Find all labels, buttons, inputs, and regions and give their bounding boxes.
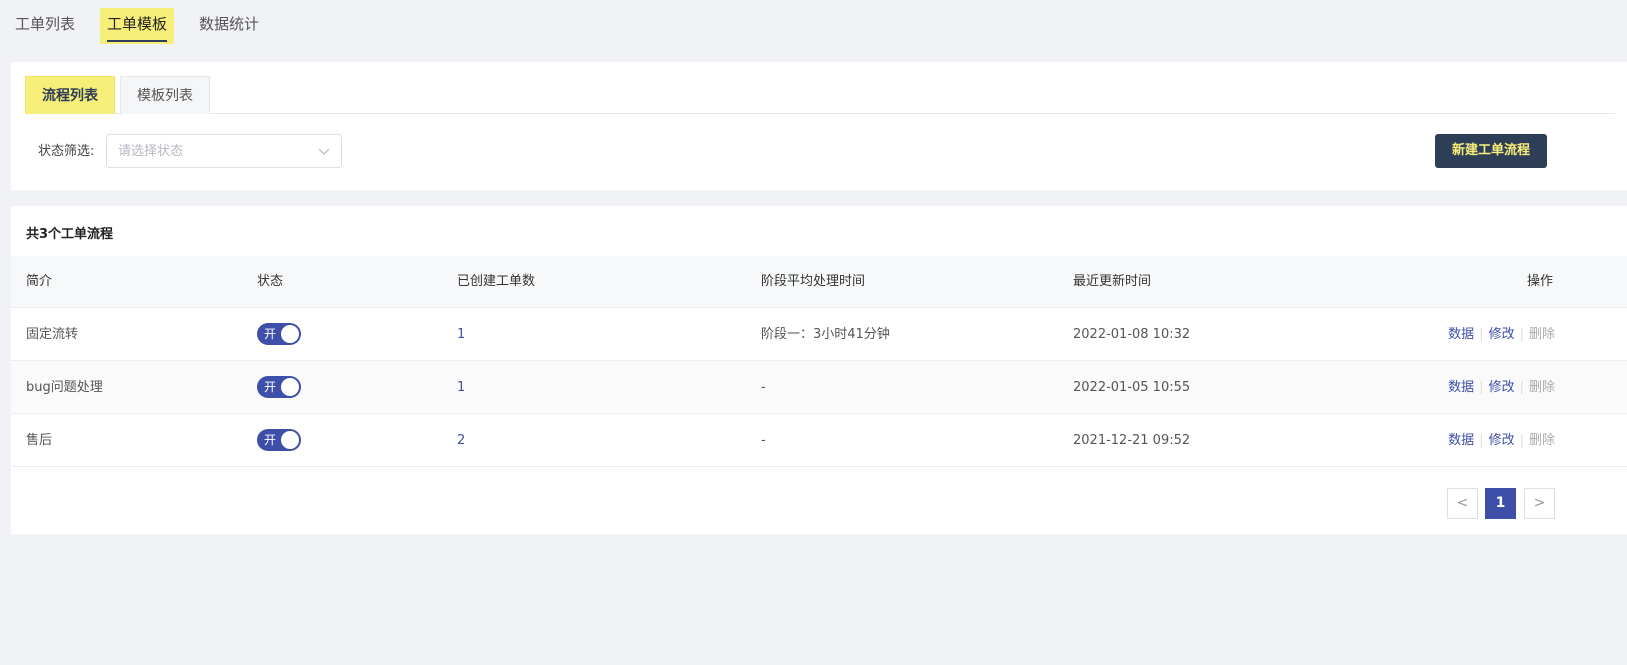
table-row: bug问题处理 开 1 - 2022-01-05 10:55 数据 | 修改 | 删除 bbox=[11, 361, 1627, 414]
row-ticket-count[interactable]: 1 bbox=[457, 379, 465, 397]
data-link[interactable]: 数据 bbox=[1448, 327, 1474, 342]
tab-flow-list[interactable]: 流程列表 bbox=[25, 76, 115, 114]
prev-page-button[interactable]: < bbox=[1447, 488, 1478, 519]
next-page-button[interactable]: > bbox=[1524, 488, 1555, 519]
status-toggle[interactable]: 开 bbox=[257, 376, 301, 398]
new-flow-button[interactable]: 新建工单流程 bbox=[1435, 134, 1547, 168]
top-tabs: 工单列表 工单模板 数据统计 bbox=[0, 0, 1627, 50]
row-avg-time: 阶段一：3小时41分钟 bbox=[761, 327, 890, 342]
table-header: 简介 状态 已创建工单数 阶段平均处理时间 最近更新时间 操作 bbox=[11, 256, 1627, 308]
tab-ticket-list[interactable]: 工单列表 bbox=[8, 8, 82, 44]
data-link[interactable]: 数据 bbox=[1448, 380, 1474, 395]
page-number-button[interactable]: 1 bbox=[1485, 488, 1516, 519]
col-intro: 简介 bbox=[26, 274, 53, 289]
table-row: 售后 开 2 - 2021-12-21 09:52 数据 | 修改 | 删除 bbox=[11, 414, 1627, 467]
toggle-label: 开 bbox=[264, 433, 277, 447]
flow-count-title: 共3个工单流程 bbox=[26, 227, 114, 242]
filter-card: 流程列表 模板列表 状态筛选: 请选择状态 新建工单流程 bbox=[11, 62, 1627, 190]
delete-link[interactable]: 删除 bbox=[1529, 327, 1555, 342]
row-ticket-count[interactable]: 1 bbox=[457, 326, 465, 344]
toggle-knob bbox=[281, 431, 299, 449]
chevron-down-icon bbox=[318, 148, 330, 155]
tab-template-list[interactable]: 模板列表 bbox=[120, 76, 210, 114]
row-actions: 数据 | 修改 | 删除 bbox=[1448, 326, 1555, 344]
divider: | bbox=[1479, 433, 1484, 448]
row-name: 固定流转 bbox=[26, 327, 79, 342]
status-select[interactable]: 请选择状态 bbox=[106, 134, 342, 168]
status-toggle[interactable]: 开 bbox=[257, 429, 301, 451]
row-updated: 2022-01-08 10:32 bbox=[1073, 327, 1191, 342]
edit-link[interactable]: 修改 bbox=[1489, 433, 1515, 448]
tab-data-statistics[interactable]: 数据统计 bbox=[192, 8, 266, 44]
row-name: bug问题处理 bbox=[26, 380, 103, 395]
toggle-knob bbox=[281, 325, 299, 343]
delete-link[interactable]: 删除 bbox=[1529, 433, 1555, 448]
row-updated: 2022-01-05 10:55 bbox=[1073, 380, 1191, 395]
edit-link[interactable]: 修改 bbox=[1489, 327, 1515, 342]
status-select-placeholder: 请选择状态 bbox=[118, 144, 184, 159]
col-status: 状态 bbox=[257, 274, 284, 289]
table-row: 固定流转 开 1 阶段一：3小时41分钟 2022-01-08 10:32 数据… bbox=[11, 308, 1627, 361]
row-updated: 2021-12-21 09:52 bbox=[1073, 433, 1191, 448]
toggle-knob bbox=[281, 378, 299, 396]
delete-link[interactable]: 删除 bbox=[1529, 380, 1555, 395]
toggle-label: 开 bbox=[264, 380, 277, 394]
divider: | bbox=[1519, 327, 1524, 342]
data-link[interactable]: 数据 bbox=[1448, 433, 1474, 448]
row-actions: 数据 | 修改 | 删除 bbox=[1448, 379, 1555, 397]
row-avg-time: - bbox=[761, 433, 766, 448]
col-actions: 操作 bbox=[1527, 274, 1554, 289]
edit-link[interactable]: 修改 bbox=[1489, 380, 1515, 395]
col-ticket-count: 已创建工单数 bbox=[457, 274, 536, 289]
tab-ticket-template[interactable]: 工单模板 bbox=[100, 8, 175, 44]
status-filter-label: 状态筛选: bbox=[38, 144, 95, 159]
divider: | bbox=[1519, 380, 1524, 395]
row-name: 售后 bbox=[26, 433, 53, 448]
divider: | bbox=[1519, 433, 1524, 448]
col-avg-time: 阶段平均处理时间 bbox=[761, 274, 866, 289]
divider: | bbox=[1479, 380, 1484, 395]
row-ticket-count[interactable]: 2 bbox=[457, 432, 465, 450]
col-updated: 最近更新时间 bbox=[1073, 274, 1152, 289]
row-actions: 数据 | 修改 | 删除 bbox=[1448, 432, 1555, 450]
flow-table-card: 共3个工单流程 简介 状态 已创建工单数 阶段平均处理时间 最近更新时间 操作 … bbox=[11, 206, 1627, 534]
toggle-label: 开 bbox=[264, 327, 277, 341]
divider: | bbox=[1479, 327, 1484, 342]
row-avg-time: - bbox=[761, 380, 766, 395]
status-toggle[interactable]: 开 bbox=[257, 323, 301, 345]
sub-tabs: 流程列表 模板列表 bbox=[25, 76, 1615, 114]
